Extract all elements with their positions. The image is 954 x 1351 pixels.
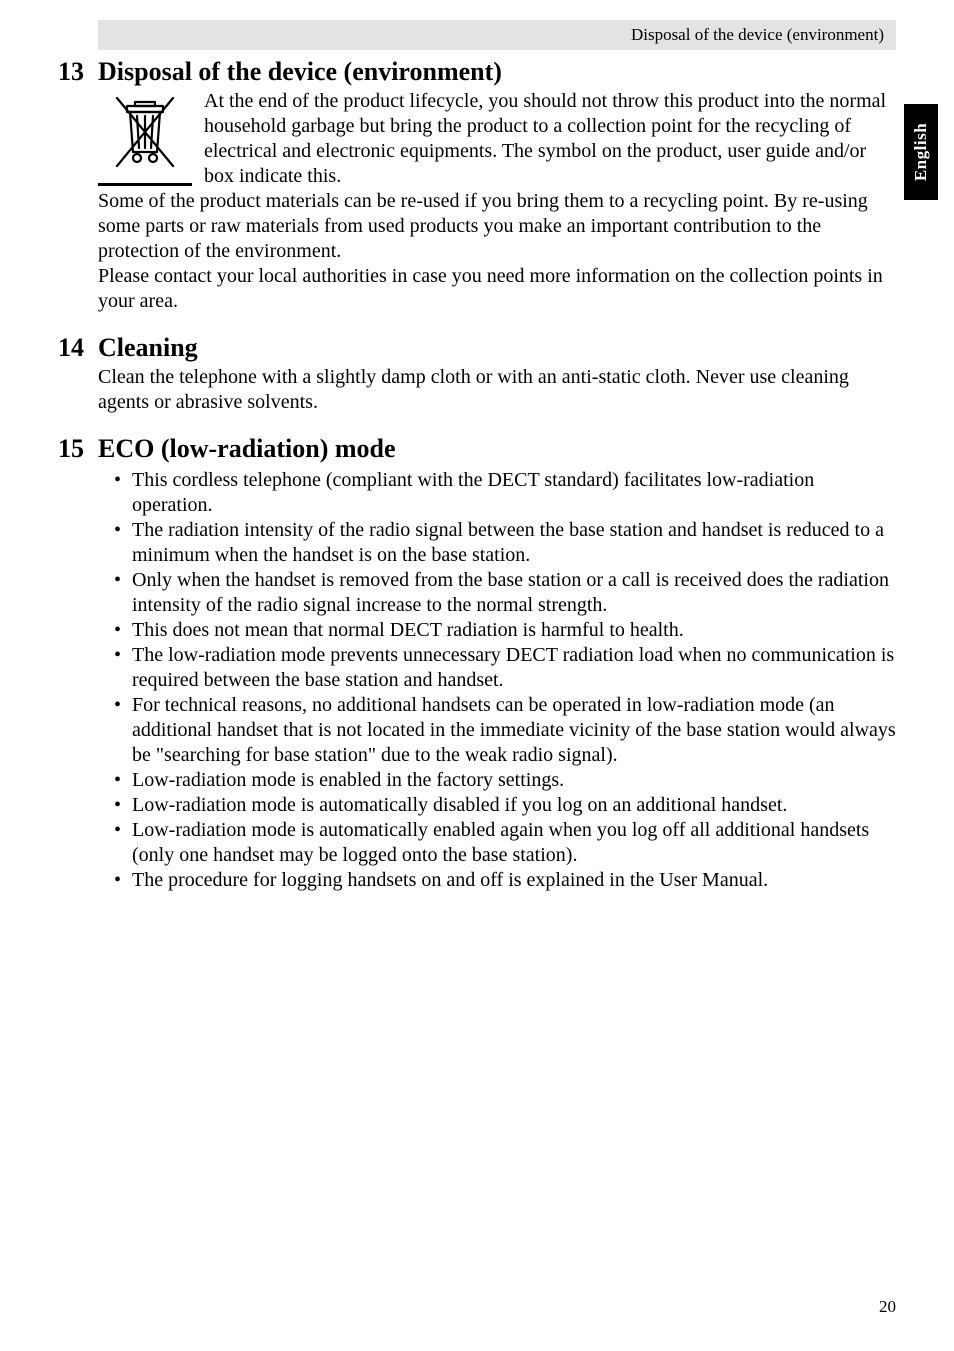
section-13-para-2: Some of the product materials can be re-… [98,190,868,262]
list-item: Only when the handset is removed from th… [118,568,896,618]
running-header-text: Disposal of the device (environment) [631,25,884,45]
list-item: This cordless telephone (compliant with … [118,468,896,518]
section-number: 15 [58,429,98,466]
section-14-body: Clean the telephone with a slightly damp… [98,365,896,415]
section-title: Disposal of the device (environment) [98,52,502,89]
list-item: Low-radiation mode is automatically disa… [118,793,896,818]
list-item: The low-radiation mode prevents unnecess… [118,643,896,693]
list-item: Low-radiation mode is enabled in the fac… [118,768,896,793]
section-13-para-3: Please contact your local authorities in… [98,265,883,312]
list-item: This does not mean that normal DECT radi… [118,618,896,643]
section-13-para-1: At the end of the product lifecycle, you… [204,90,886,187]
section-title: ECO (low-radiation) mode [98,429,396,466]
list-item: The radiation intensity of the radio sig… [118,518,896,568]
content-area: 13 Disposal of the device (environment) [58,52,896,893]
language-label: English [911,123,931,181]
weee-bin-icon [98,92,192,186]
page: Disposal of the device (environment) Eng… [0,0,954,1351]
section-title: Cleaning [98,328,198,365]
section-13-heading: 13 Disposal of the device (environment) [58,52,896,89]
section-14-para-1: Clean the telephone with a slightly damp… [98,366,849,413]
page-number: 20 [879,1297,896,1317]
list-item: The procedure for logging handsets on an… [118,868,896,893]
section-13-body: At the end of the product lifecycle, you… [98,89,896,314]
section-number: 13 [58,52,98,89]
section-15-heading: 15 ECO (low-radiation) mode [58,429,896,466]
language-side-tab: English [904,104,938,200]
section-number: 14 [58,328,98,365]
list-item: Low-radiation mode is automatically enab… [118,818,896,868]
eco-bullet-list: This cordless telephone (compliant with … [98,468,896,893]
section-15-body: This cordless telephone (compliant with … [98,468,896,893]
section-14-heading: 14 Cleaning [58,328,896,365]
list-item: For technical reasons, no additional han… [118,693,896,768]
header-bar: Disposal of the device (environment) [98,20,896,50]
